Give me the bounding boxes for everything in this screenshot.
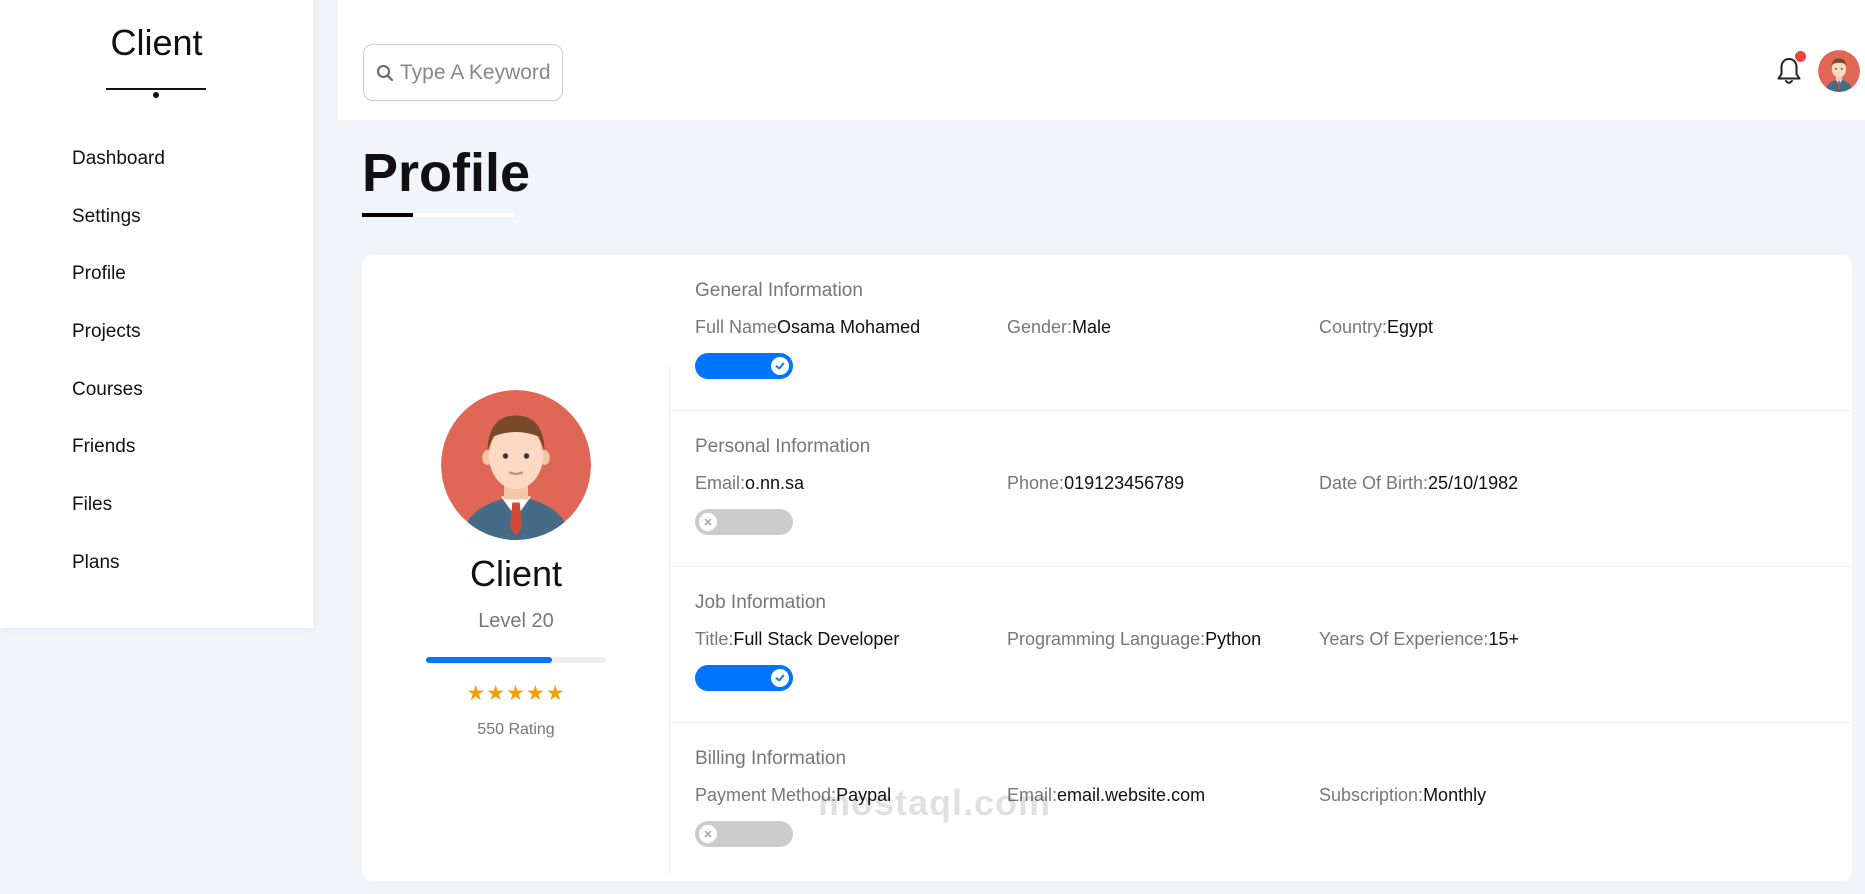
profile-level: Level 20 (478, 610, 554, 632)
field-gender: Gender:Male (1007, 317, 1111, 338)
section-title: Billing Information (695, 748, 847, 769)
field-value: 15+ (1488, 629, 1519, 649)
toggle-knob (699, 513, 717, 531)
field-job-title: Title:Full Stack Developer (695, 629, 899, 650)
field-label: Payment Method: (695, 785, 837, 805)
sidebar-nav: Dashboard Settings Profile Projects Cour… (0, 130, 313, 592)
field-label: Full Name (695, 317, 778, 337)
profile-avatar (441, 390, 591, 540)
toggle-knob (771, 669, 789, 687)
check-icon (775, 362, 785, 370)
field-label: Date Of Birth: (1319, 473, 1429, 493)
field-value: Monthly (1423, 785, 1487, 805)
toggle-knob (699, 825, 717, 843)
field-years-of-experience: Years Of Experience:15+ (1319, 629, 1519, 650)
toggle-switch[interactable] (695, 821, 793, 847)
title-underline-accent (362, 213, 413, 217)
profile-card: Client Level 20 ★★★★★ 550 Rating General… (362, 255, 1852, 881)
rating-count: 550 Rating (477, 721, 555, 738)
field-label: Title: (695, 629, 734, 649)
section-job-information: Job Information Title:Full Stack Develop… (670, 567, 1852, 723)
field-label: Gender: (1007, 317, 1073, 337)
field-value: Osama Mohamed (777, 317, 921, 337)
sidebar-item-plans[interactable]: Plans (0, 534, 313, 592)
toggle-knob (771, 357, 789, 375)
sidebar-item-dashboard[interactable]: Dashboard (0, 130, 313, 188)
top-header (338, 0, 1865, 120)
field-value: 25/10/1982 (1428, 473, 1519, 493)
toggle-switch[interactable] (695, 353, 793, 379)
field-value: Full Stack Developer (733, 629, 900, 649)
close-icon (704, 830, 712, 838)
field-value: Male (1072, 317, 1112, 337)
profile-summary: Client Level 20 ★★★★★ 550 Rating (362, 255, 670, 881)
field-email: Email:o.nn.sa (695, 473, 804, 494)
close-icon (704, 518, 712, 526)
brand-underline (106, 88, 206, 90)
toggle-switch[interactable] (695, 509, 793, 535)
field-label: Email: (695, 473, 746, 493)
field-date-of-birth: Date Of Birth:25/10/1982 (1319, 473, 1518, 494)
field-value: Python (1205, 629, 1262, 649)
search-input[interactable] (400, 60, 550, 85)
notification-badge (1795, 51, 1806, 62)
field-value: Egypt (1387, 317, 1434, 337)
toggle-switch[interactable] (695, 665, 793, 691)
user-avatar[interactable] (1818, 50, 1860, 92)
sidebar-item-courses[interactable]: Courses (0, 361, 313, 419)
section-title: General Information (695, 280, 863, 301)
field-phone: Phone:019123456789 (1007, 473, 1184, 494)
profile-name: Client (469, 553, 563, 594)
section-general-information: General Information Full NameOsama Moham… (670, 255, 1852, 411)
field-label: Phone: (1007, 473, 1065, 493)
watermark: mostaql.com (818, 782, 1052, 823)
sidebar-item-projects[interactable]: Projects (0, 303, 313, 361)
check-icon (775, 674, 785, 682)
search-icon (377, 64, 394, 81)
sidebar: Client Dashboard Settings Profile Projec… (0, 0, 313, 628)
sidebar-item-settings[interactable]: Settings (0, 188, 313, 246)
sidebar-item-friends[interactable]: Friends (0, 418, 313, 476)
page-title: Profile (362, 143, 531, 203)
field-programming-language: Programming Language:Python (1007, 629, 1261, 650)
search-box[interactable] (363, 44, 563, 101)
field-label: Subscription: (1319, 785, 1424, 805)
brand-title: Client (110, 22, 203, 63)
field-label: Country: (1319, 317, 1388, 337)
field-full-name: Full NameOsama Mohamed (695, 317, 920, 338)
level-progress-bar (426, 657, 606, 663)
rating-stars: ★★★★★ (466, 682, 566, 705)
field-country: Country:Egypt (1319, 317, 1433, 338)
sidebar-item-profile[interactable]: Profile (0, 245, 313, 303)
brand-dot (153, 92, 159, 98)
level-progress-fill (426, 657, 552, 663)
sidebar-item-files[interactable]: Files (0, 476, 313, 534)
field-label: Programming Language: (1007, 629, 1206, 649)
field-value: email.website.com (1057, 785, 1206, 805)
section-personal-information: Personal Information Email:o.nn.sa Phone… (670, 411, 1852, 567)
field-value: 019123456789 (1064, 473, 1185, 493)
section-title: Job Information (695, 592, 826, 613)
section-title: Personal Information (695, 436, 871, 457)
field-value: o.nn.sa (745, 473, 805, 493)
field-label: Years Of Experience: (1319, 629, 1489, 649)
field-subscription: Subscription:Monthly (1319, 785, 1486, 806)
